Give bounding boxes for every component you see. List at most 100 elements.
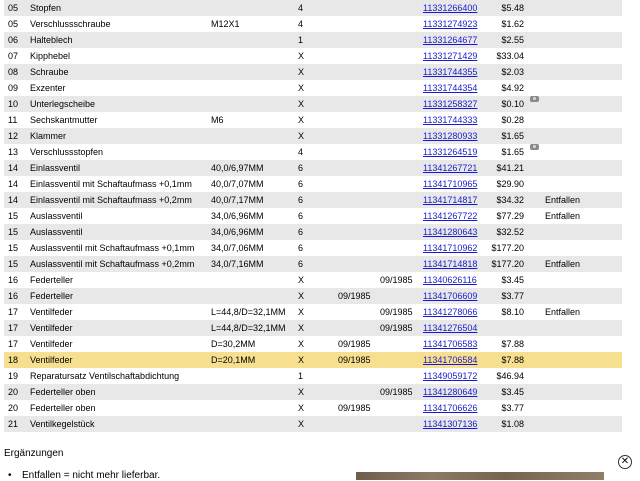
position-cell: 08 <box>8 67 19 77</box>
description-cell: Federteller <box>30 291 74 301</box>
part-number-link[interactable]: 11341710965 <box>423 176 489 192</box>
quantity-cell: X <box>298 131 305 141</box>
table-row: 14 Einlassventil 40,0/6,97MM 6 11341267721 $4… <box>4 160 622 176</box>
table-row: 08 Schraube X 11331744355 $2.03 <box>4 64 622 80</box>
table-row: 17 Ventilfeder D=30,2MM X 09/1985 11341706583… <box>4 336 622 352</box>
price-cell: $1.62 <box>501 19 524 29</box>
description-cell: Schraube <box>30 67 69 77</box>
quantity-cell: X <box>298 307 305 317</box>
description-cell: Ventilfeder <box>30 355 73 365</box>
description-cell: Kipphebel <box>30 51 71 61</box>
part-number-link[interactable]: 11349059172 <box>423 368 489 384</box>
from-date-cell: 09/1985 <box>338 355 371 365</box>
part-number-link[interactable]: 11341280649 <box>423 384 489 400</box>
table-row: 16 Federteller X 09/1985 11341706609 $3.77 <box>4 288 622 304</box>
from-date-cell: 09/1985 <box>338 339 371 349</box>
photo-image[interactable] <box>356 472 604 480</box>
part-number-link[interactable]: 11341278066 <box>423 304 489 320</box>
camera-icon[interactable] <box>530 96 539 102</box>
quantity-cell: X <box>298 51 305 61</box>
part-number-link[interactable]: 11331266400 <box>423 0 489 16</box>
part-number-link[interactable]: 11331744354 <box>423 80 489 96</box>
price-cell: $34.32 <box>496 195 524 205</box>
quantity-cell: X <box>298 403 305 413</box>
description-cell: Ventilkegelstück <box>30 419 95 429</box>
quantity-cell: 1 <box>298 35 304 45</box>
price-cell: $46.94 <box>496 371 524 381</box>
description-cell: Auslassventil mit Schaftaufmass +0,2mm <box>30 259 195 269</box>
part-number-link[interactable]: 11341706609 <box>423 288 489 304</box>
addition-cell: 34,0/6,96MM <box>211 211 264 221</box>
description-cell: Ventilfeder <box>30 339 73 349</box>
to-date-cell: 09/1985 <box>380 323 413 333</box>
to-date-cell: 09/1985 <box>380 275 413 285</box>
price-cell: $29.90 <box>496 179 524 189</box>
part-number-link[interactable]: 11341706626 <box>423 400 489 416</box>
quantity-cell: 4 <box>298 19 304 29</box>
table-row: 13 Verschlussstopfen 4 11331264519 $1.65 <box>4 144 622 160</box>
part-number-link[interactable]: 11331744333 <box>423 112 489 128</box>
part-number-link[interactable]: 11341714818 <box>423 256 489 272</box>
part-number-link[interactable]: 11331264519 <box>423 144 489 160</box>
position-cell: 14 <box>8 179 19 189</box>
table-row: 10 Unterlegscheibe X 11331258327 $0.10 <box>4 96 622 112</box>
part-number-link[interactable]: 11341276504 <box>423 320 489 336</box>
part-number-link[interactable]: 11341280643 <box>423 224 489 240</box>
part-number-link[interactable]: 11341267722 <box>423 208 489 224</box>
position-cell: 20 <box>8 387 19 397</box>
part-number-link[interactable]: 11341706584 <box>423 352 489 368</box>
price-cell: $8.10 <box>501 307 524 317</box>
part-number-link[interactable]: 11331744355 <box>423 64 489 80</box>
part-number-link[interactable]: 11341267721 <box>423 160 489 176</box>
position-cell: 14 <box>8 195 19 205</box>
price-cell: $2.55 <box>501 35 524 45</box>
close-button[interactable]: ✕ <box>618 455 632 469</box>
position-cell: 18 <box>8 355 19 365</box>
position-cell: 16 <box>8 275 19 285</box>
part-number-link[interactable]: 11341714817 <box>423 192 489 208</box>
description-cell: Verschlussstopfen <box>30 147 104 157</box>
part-number-link[interactable]: 11331264677 <box>423 32 489 48</box>
table-row: 09 Exzenter X 11331744354 $4.92 <box>4 80 622 96</box>
part-number-link[interactable]: 11341706583 <box>423 336 489 352</box>
position-cell: 14 <box>8 163 19 173</box>
description-cell: Ventilfeder <box>30 307 73 317</box>
part-number-link[interactable]: 11340626116 <box>423 272 489 288</box>
description-cell: Sechskantmutter <box>30 115 98 125</box>
quantity-cell: X <box>298 355 305 365</box>
table-row: 20 Federteller oben X 09/1985 11341706626 $3.… <box>4 400 622 416</box>
table-row: 15 Auslassventil 34,0/6,96MM 6 11341280643 $3… <box>4 224 622 240</box>
description-cell: Ventilfeder <box>30 323 73 333</box>
addition-cell: 40,0/6,97MM <box>211 163 264 173</box>
part-number-link[interactable]: 11331258327 <box>423 96 489 112</box>
position-cell: 05 <box>8 19 19 29</box>
part-number-link[interactable]: 11331274923 <box>423 16 489 32</box>
camera-icon[interactable] <box>530 144 539 150</box>
price-cell: $3.45 <box>501 275 524 285</box>
description-cell: Einlassventil <box>30 163 81 173</box>
part-number-link[interactable]: 11341710962 <box>423 240 489 256</box>
price-cell: $41.21 <box>496 163 524 173</box>
addition-cell: M6 <box>211 115 224 125</box>
quantity-cell: X <box>298 323 305 333</box>
addition-cell: M12X1 <box>211 19 240 29</box>
table-row: 12 Klammer X 11331280933 $1.65 <box>4 128 622 144</box>
position-cell: 17 <box>8 323 19 333</box>
addition-cell: 34,0/6,96MM <box>211 227 264 237</box>
price-cell: $177.20 <box>491 243 524 253</box>
part-number-link[interactable]: 11341307136 <box>423 416 489 432</box>
description-cell: Auslassventil mit Schaftaufmass +0,1mm <box>30 243 195 253</box>
quantity-cell: X <box>298 419 305 429</box>
table-row: 15 Auslassventil mit Schaftaufmass +0,2mm… <box>4 256 622 272</box>
quantity-cell: 6 <box>298 227 304 237</box>
position-cell: 17 <box>8 339 19 349</box>
position-cell: 20 <box>8 403 19 413</box>
position-cell: 15 <box>8 259 19 269</box>
quantity-cell: X <box>298 387 305 397</box>
supplements-item: Entfallen = nicht mehr lieferbar. <box>22 470 160 481</box>
part-number-link[interactable]: 11331271429 <box>423 48 489 64</box>
table-row: 17 Ventilfeder L=44,8/D=32,1MM X 09/1985 1134… <box>4 320 622 336</box>
description-cell: Einlassventil mit Schaftaufmass +0,1mm <box>30 179 192 189</box>
part-number-link[interactable]: 11331280933 <box>423 128 489 144</box>
quantity-cell: 6 <box>298 195 304 205</box>
